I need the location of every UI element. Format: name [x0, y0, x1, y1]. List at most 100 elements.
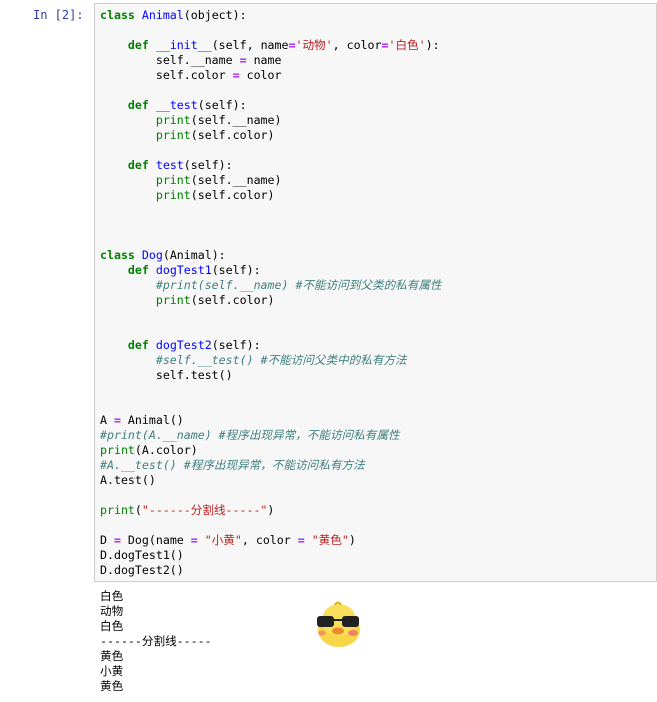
code-token: Dog(name [120, 533, 191, 547]
code-line: class Animal(object): [100, 8, 442, 23]
output-line: 白色 [100, 619, 124, 633]
input-prompt: In [2]: [33, 8, 84, 22]
code-token: "------分割线-----" [141, 503, 268, 517]
code-line: class Dog(Animal): [100, 248, 442, 263]
code-token: A.test() [100, 473, 156, 487]
code-line: def dogTest2(self): [100, 338, 442, 353]
code-token: def [127, 263, 149, 277]
code-token: print [155, 188, 191, 202]
code-line: #self.__test() #不能访问父类中的私有方法 [100, 353, 442, 368]
code-token: ) [267, 503, 275, 517]
code-token: name [246, 53, 282, 67]
code-token: def [127, 338, 149, 352]
code-line: def __init__(self, name='动物', color='白色'… [100, 38, 442, 53]
output-line: 黄色 [100, 649, 124, 663]
code-line: print(self.color) [100, 293, 442, 308]
code-line: print(self.color) [100, 128, 442, 143]
code-token: #print(self.__name) #不能访问到父类的私有属性 [155, 278, 442, 292]
output-line: 黄色 [100, 679, 124, 693]
code-line: #A.__test() #程序出现异常，不能访问私有方法 [100, 458, 442, 473]
code-line: A = Animal() [100, 413, 442, 428]
code-token: self.__name [100, 53, 240, 67]
code-token: D.dogTest2() [100, 563, 184, 577]
code-token: #A.__test() #程序出现异常，不能访问私有方法 [100, 458, 365, 472]
code-token: dogTest1 [155, 263, 212, 277]
code-token: "黄色" [311, 533, 349, 547]
code-line: self.color = color [100, 68, 442, 83]
code-token: (self): [197, 98, 247, 112]
code-token: print [155, 128, 191, 142]
code-token: __init__ [155, 38, 212, 52]
code-token: = [297, 533, 305, 547]
code-token: (self): [211, 338, 261, 352]
code-token: ) [348, 533, 356, 547]
code-token: test [155, 158, 184, 172]
code-token: A [100, 413, 114, 427]
code-token: = [232, 68, 240, 82]
code-token: (self.color) [190, 128, 275, 142]
duck-sticker-icon [317, 601, 360, 647]
code-line: print(self.__name) [100, 173, 442, 188]
code-cell-input[interactable]: class Animal(object): def __init__(self,… [94, 3, 657, 582]
code-line: def __test(self): [100, 98, 442, 113]
code-token: self.color [100, 68, 233, 82]
code-token: (self, name [211, 38, 289, 52]
code-line: print(A.color) [100, 443, 442, 458]
code-line: #print(self.__name) #不能访问到父类的私有属性 [100, 278, 442, 293]
code-line: print(self.color) [100, 188, 442, 203]
code-token: #print(A.__name) #程序出现异常，不能访问私有属性 [100, 428, 400, 442]
output-line: 白色 [100, 589, 124, 603]
code-token: print [155, 173, 191, 187]
code-token: print [100, 443, 135, 457]
code-token: def [127, 38, 149, 52]
code-token: print [155, 113, 191, 127]
code-line: def dogTest1(self): [100, 263, 442, 278]
code-token: D [100, 533, 114, 547]
code-token: "小黄" [204, 533, 242, 547]
code-token: (self.color) [190, 188, 275, 202]
code-token: __test [155, 98, 198, 112]
code-line: D = Dog(name = "小黄", color = "黄色") [100, 533, 442, 548]
code-token: class [100, 8, 135, 22]
code-line: self.test() [100, 368, 442, 383]
code-line: print(self.__name) [100, 113, 442, 128]
code-token: '动物' [295, 38, 333, 52]
code-token: ( [134, 503, 142, 517]
code-line: #print(A.__name) #程序出现异常，不能访问私有属性 [100, 428, 442, 443]
code-token: print [100, 503, 135, 517]
code-token: def [127, 98, 149, 112]
code-token: (self): [211, 263, 261, 277]
code-token: Animal() [120, 413, 184, 427]
code-token: (object): [183, 8, 247, 22]
code-token: D.dogTest1() [100, 548, 184, 562]
code-token: dogTest2 [155, 338, 212, 352]
code-line: def test(self): [100, 158, 442, 173]
code-line: D.dogTest1() [100, 548, 442, 563]
code-token: Dog [141, 248, 163, 262]
code-editor[interactable]: class Animal(object): def __init__(self,… [100, 8, 442, 578]
code-token: ): [425, 38, 440, 52]
code-line: A.test() [100, 473, 442, 488]
code-line: D.dogTest2() [100, 563, 442, 578]
